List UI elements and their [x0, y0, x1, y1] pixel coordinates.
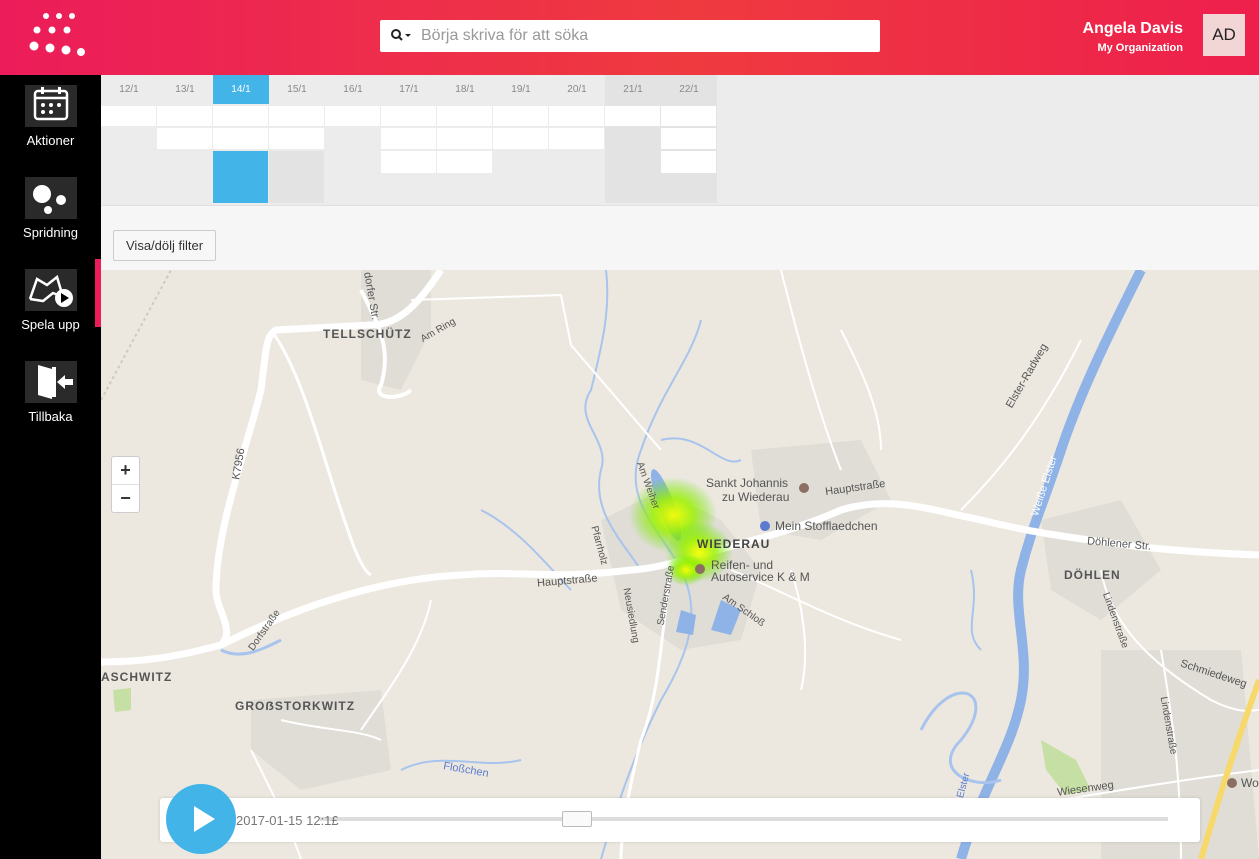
map-label: Wo	[1241, 776, 1259, 790]
user-name: Angela Davis	[1082, 20, 1183, 37]
calendar-day[interactable]: 21/1	[605, 75, 661, 203]
calendar-icon	[25, 85, 77, 127]
day-slot[interactable]	[661, 151, 716, 173]
day-label: 16/1	[343, 84, 363, 95]
map-label: DÖHLEN	[1064, 568, 1121, 582]
app-logo[interactable]	[26, 12, 86, 62]
day-slot[interactable]	[437, 106, 492, 126]
calendar-day[interactable]: 13/1	[157, 75, 213, 203]
day-slot[interactable]	[325, 106, 380, 126]
shop-marker	[760, 521, 770, 531]
sidebar-item-spridning[interactable]: Spridning	[0, 167, 101, 253]
filter-bar: Visa/dölj filter	[101, 205, 1259, 271]
map-label: GROẞSTORKWITZ	[235, 699, 356, 713]
calendar-day[interactable]: 22/1	[661, 75, 717, 203]
day-slot[interactable]	[493, 128, 548, 149]
day-slot[interactable]	[381, 106, 436, 126]
day-slot[interactable]	[381, 128, 436, 149]
day-slot[interactable]	[213, 106, 268, 126]
day-slot-active[interactable]	[213, 151, 268, 203]
map-label: Mein Stofflaedchen	[775, 519, 878, 533]
day-label: 14/1	[213, 75, 269, 104]
day-slot[interactable]	[437, 128, 492, 149]
calendar-day[interactable]: 18/1	[437, 75, 493, 203]
playback-timestamp: 2017-01-15 12:1£	[236, 813, 339, 828]
play-button[interactable]	[166, 784, 236, 854]
day-slot[interactable]	[269, 128, 324, 149]
day-label: 12/1	[119, 84, 139, 95]
day-slot[interactable]	[437, 151, 492, 173]
map-label: Autoservice K & M	[711, 570, 810, 584]
sidebar-item-label: Spela upp	[21, 317, 80, 332]
poi-marker	[1227, 778, 1237, 788]
calendar-day[interactable]: 15/1	[269, 75, 325, 203]
sidebar-item-spela-upp[interactable]: Spela upp	[0, 259, 101, 345]
map-label: TELLSCHÜTZ	[323, 327, 412, 341]
top-header: Börja skriva för att söka Angela Davis M…	[0, 0, 1259, 75]
calendar-day[interactable]: 16/1	[325, 75, 381, 203]
zoom-out-button[interactable]: −	[112, 485, 139, 512]
day-slot[interactable]	[549, 106, 604, 126]
user-info[interactable]: Angela Davis My Organization	[1083, 20, 1183, 54]
map-label: ASCHWITZ	[101, 670, 173, 684]
day-slot[interactable]	[269, 106, 324, 126]
avatar[interactable]: AD	[1203, 14, 1245, 56]
search-input[interactable]: Börja skriva för att söka	[421, 27, 588, 45]
day-label: 22/1	[679, 84, 699, 95]
day-label: 19/1	[511, 84, 531, 95]
day-slot[interactable]	[493, 106, 548, 126]
organization-name: My Organization	[1097, 42, 1183, 54]
day-slot[interactable]	[101, 106, 156, 126]
sidebar-item-aktioner[interactable]: Aktioner	[0, 75, 101, 161]
toggle-filter-button[interactable]: Visa/dölj filter	[113, 230, 217, 261]
map-label: WIEDERAU	[697, 537, 771, 551]
map-canvas	[101, 270, 1259, 859]
sidebar-item-label: Aktioner	[26, 133, 75, 148]
timeline-handle[interactable]	[562, 811, 592, 827]
exit-icon	[25, 361, 77, 403]
search-icon[interactable]	[390, 28, 411, 44]
day-slot[interactable]	[661, 128, 716, 149]
day-slot[interactable]	[213, 128, 268, 149]
timeline-track[interactable]	[320, 817, 1168, 821]
map-play-icon	[25, 269, 77, 311]
day-slot[interactable]	[381, 151, 436, 173]
zoom-in-button[interactable]: +	[112, 457, 139, 485]
map-label: Sankt Johannis	[706, 476, 789, 490]
calendar-day[interactable]: 17/1	[381, 75, 437, 203]
sidebar: Aktioner Spridning Spela upp Tillbaka	[0, 75, 101, 859]
bubbles-icon	[25, 177, 77, 219]
calendar-day[interactable]: 19/1	[493, 75, 549, 203]
calendar-day[interactable]: 12/1	[101, 75, 157, 203]
day-slot[interactable]	[661, 106, 716, 126]
play-icon	[194, 806, 215, 832]
search-box[interactable]: Börja skriva för att söka	[380, 20, 880, 52]
sidebar-item-label: Tillbaka	[28, 409, 73, 424]
day-label: 21/1	[623, 84, 643, 95]
day-slot[interactable]	[549, 128, 604, 149]
day-slot[interactable]	[157, 106, 212, 126]
sidebar-item-tillbaka[interactable]: Tillbaka	[0, 351, 101, 437]
church-marker	[799, 483, 809, 493]
day-slot[interactable]	[157, 128, 212, 149]
day-label: 15/1	[287, 84, 307, 95]
service-marker	[695, 564, 705, 574]
sidebar-item-label: Spridning	[23, 225, 78, 240]
day-label: 17/1	[399, 84, 419, 95]
day-label: 18/1	[455, 84, 475, 95]
zoom-control: + −	[111, 456, 140, 513]
day-label: 20/1	[567, 84, 587, 95]
day-slot[interactable]	[605, 106, 660, 126]
day-slot[interactable]	[269, 151, 324, 203]
day-label: 13/1	[175, 84, 195, 95]
calendar-day-selected[interactable]: 14/1	[213, 75, 269, 203]
calendar-day[interactable]: 20/1	[549, 75, 605, 203]
map-label: zu Wiederau	[722, 490, 790, 504]
calendar-strip: 12/1 13/1 14/1 15/1 16/1 17/1 18/1 19/1	[101, 75, 1259, 205]
map-view[interactable]: TELLSCHÜTZ Am Ring dorfer Str. K7956 Els…	[101, 270, 1259, 859]
